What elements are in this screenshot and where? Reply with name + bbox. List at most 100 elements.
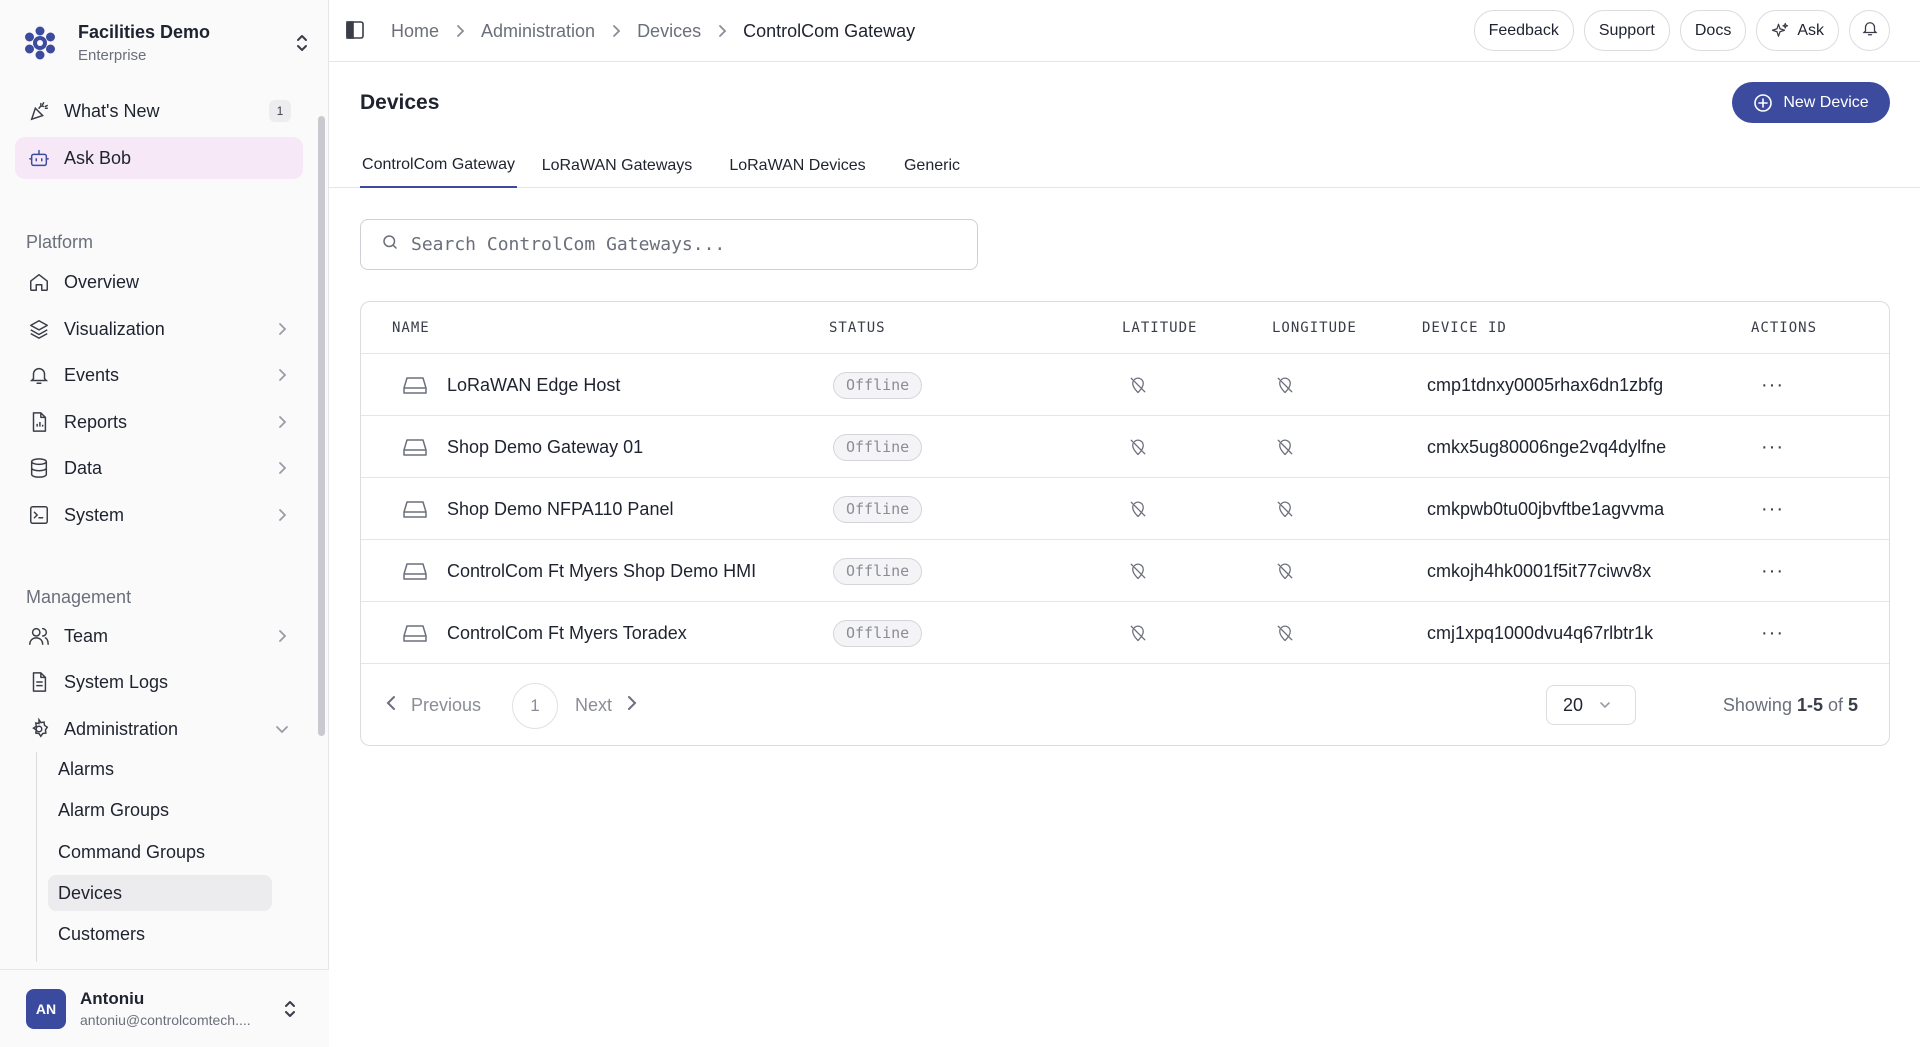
chevron-right-icon <box>273 459 291 477</box>
device-id: cmkojh4hk0001f5it77ciwv8x <box>1427 560 1652 581</box>
user-name: Antoniu <box>80 989 145 1008</box>
page-size-value: 20 <box>1563 694 1584 715</box>
status-badge: Offline <box>833 619 923 647</box>
sidebar-item-overview[interactable]: Overview <box>15 261 303 303</box>
table-row[interactable]: Shop Demo NFPA110 Panel Offline cmkpwb0t… <box>361 478 1889 540</box>
tab-lorawan-gateways[interactable]: LoRaWAN Gateways <box>529 144 705 188</box>
row-actions-button[interactable]: ··· <box>1761 498 1784 521</box>
sidebar-toggle-icon[interactable] <box>345 20 367 42</box>
feedback-button[interactable]: Feedback <box>1473 10 1574 51</box>
breadcrumb-current: ControlCom Gateway <box>743 20 916 41</box>
breadcrumb-home[interactable]: Home <box>391 21 439 42</box>
status-badge: Offline <box>833 433 923 461</box>
next-page-button[interactable]: Next <box>575 685 638 725</box>
device-name[interactable]: Shop Demo NFPA110 Panel <box>447 478 673 540</box>
location-off-icon <box>1276 602 1294 664</box>
sidebar-item-label: Reports <box>64 411 128 432</box>
sidebar-scrollbar[interactable] <box>318 116 325 736</box>
chevron-right-icon <box>273 320 291 338</box>
sidebar-item-ask-bob[interactable]: Ask Bob <box>15 137 303 179</box>
sidebar-subitem-customers[interactable]: Customers <box>48 916 272 952</box>
table-row[interactable]: ControlCom Ft Myers Shop Demo HMI Offlin… <box>361 540 1889 602</box>
tab-lorawan-devices[interactable]: LoRaWAN Devices <box>717 144 878 188</box>
showing-total: 5 <box>1847 694 1858 715</box>
page-size-select[interactable]: 20 <box>1546 685 1636 725</box>
sidebar-item-label: System <box>64 504 125 525</box>
user-menu[interactable]: AN Antoniu antoniu@controlcomtech.... <box>0 969 329 1047</box>
device-name[interactable]: ControlCom Ft Myers Shop Demo HMI <box>447 540 756 602</box>
row-actions-button[interactable]: ··· <box>1761 560 1784 583</box>
tab-controlcom-gateway[interactable]: ControlCom Gateway <box>360 144 517 188</box>
location-off-icon <box>1129 602 1147 664</box>
breadcrumb-devices[interactable]: Devices <box>637 21 701 42</box>
chevron-left-icon <box>385 694 397 717</box>
tab-generic[interactable]: Generic <box>890 144 974 188</box>
table-row[interactable]: ControlCom Ft Myers Toradex Offline cmj1… <box>361 602 1889 664</box>
search-input[interactable] <box>411 234 951 255</box>
column-header-status[interactable]: STATUS <box>829 302 886 354</box>
showing-prefix: Showing <box>1722 694 1792 715</box>
column-header-name[interactable]: NAME <box>392 302 430 354</box>
device-name[interactable]: Shop Demo Gateway 01 <box>447 416 643 478</box>
sidebar-item-label: Team <box>64 625 109 646</box>
org-name: Facilities Demo <box>78 22 211 42</box>
sidebar-item-events[interactable]: Events <box>15 354 303 396</box>
row-actions-button[interactable]: ··· <box>1761 374 1784 397</box>
showing-of: of <box>1827 694 1843 715</box>
party-popper-icon <box>26 98 52 124</box>
section-label-management: Management <box>26 587 132 607</box>
table-row[interactable]: Shop Demo Gateway 01 Offline cmkx5ug8000… <box>361 416 1889 478</box>
sidebar-item-system[interactable]: System <box>15 494 303 536</box>
sidebar-item-data[interactable]: Data <box>15 447 303 489</box>
new-device-button[interactable]: New Device <box>1732 82 1890 123</box>
sidebar-item-whats-new[interactable]: What's New 1 <box>15 90 303 132</box>
sidebar-subitem-devices[interactable]: Devices <box>48 875 272 911</box>
file-text-icon <box>26 669 52 695</box>
breadcrumb-administration[interactable]: Administration <box>481 21 595 42</box>
submenu-rail <box>36 752 37 962</box>
notifications-button[interactable] <box>1849 10 1890 51</box>
chevrons-up-down-icon <box>292 30 312 56</box>
row-actions-button[interactable]: ··· <box>1761 436 1784 459</box>
device-name[interactable]: LoRaWAN Edge Host <box>447 354 620 416</box>
sidebar-item-visualization[interactable]: Visualization <box>15 308 303 350</box>
sidebar-item-system-logs[interactable]: System Logs <box>15 661 303 703</box>
location-off-icon <box>1276 416 1294 478</box>
hard-drive-icon <box>403 602 427 664</box>
top-bar: Home Administration Devices ControlCom G… <box>329 0 1920 62</box>
bell-icon <box>26 362 52 388</box>
device-name[interactable]: ControlCom Ft Myers Toradex <box>447 602 687 664</box>
status-badge: Offline <box>833 495 923 523</box>
location-off-icon <box>1276 354 1294 416</box>
page-number-button[interactable]: 1 <box>512 683 558 729</box>
row-actions-button[interactable]: ··· <box>1761 622 1784 645</box>
support-button[interactable]: Support <box>1583 10 1670 51</box>
ask-button-label: Ask <box>1797 21 1824 39</box>
sidebar-item-reports[interactable]: Reports <box>15 401 303 443</box>
database-icon <box>26 455 52 481</box>
sidebar-item-label: What's New <box>64 100 160 121</box>
sidebar-item-team[interactable]: Team <box>15 615 303 657</box>
table-row[interactable]: LoRaWAN Edge Host Offline cmp1tdnxy0005r… <box>361 354 1889 416</box>
docs-button[interactable]: Docs <box>1679 10 1747 51</box>
previous-page-button[interactable]: Previous <box>385 685 481 725</box>
devices-table: NAME STATUS LATITUDE LONGITUDE DEVICE ID… <box>360 301 1890 746</box>
notification-badge: 1 <box>269 100 291 122</box>
sidebar-subitem-alarms[interactable]: Alarms <box>48 751 272 787</box>
column-header-longitude[interactable]: LONGITUDE <box>1272 302 1357 354</box>
bell-icon <box>1861 19 1879 42</box>
sidebar-subitem-command-groups[interactable]: Command Groups <box>48 834 272 870</box>
sidebar-item-administration[interactable]: Administration <box>15 708 303 750</box>
sidebar-item-label: Data <box>64 457 103 478</box>
org-switcher[interactable]: Facilities Demo Enterprise <box>18 16 312 70</box>
org-logo-icon <box>18 21 62 65</box>
device-id: cmj1xpq1000dvu4q67rlbtr1k <box>1427 622 1654 643</box>
status-badge: Offline <box>833 371 923 399</box>
chevron-right-icon <box>273 366 291 384</box>
column-header-device-id[interactable]: DEVICE ID <box>1422 302 1507 354</box>
plus-circle-icon <box>1753 93 1773 113</box>
ask-button[interactable]: Ask <box>1756 10 1839 51</box>
device-id: cmp1tdnxy0005rhax6dn1zbfg <box>1427 374 1664 395</box>
sidebar-subitem-alarm-groups[interactable]: Alarm Groups <box>48 792 272 828</box>
column-header-latitude[interactable]: LATITUDE <box>1122 302 1197 354</box>
